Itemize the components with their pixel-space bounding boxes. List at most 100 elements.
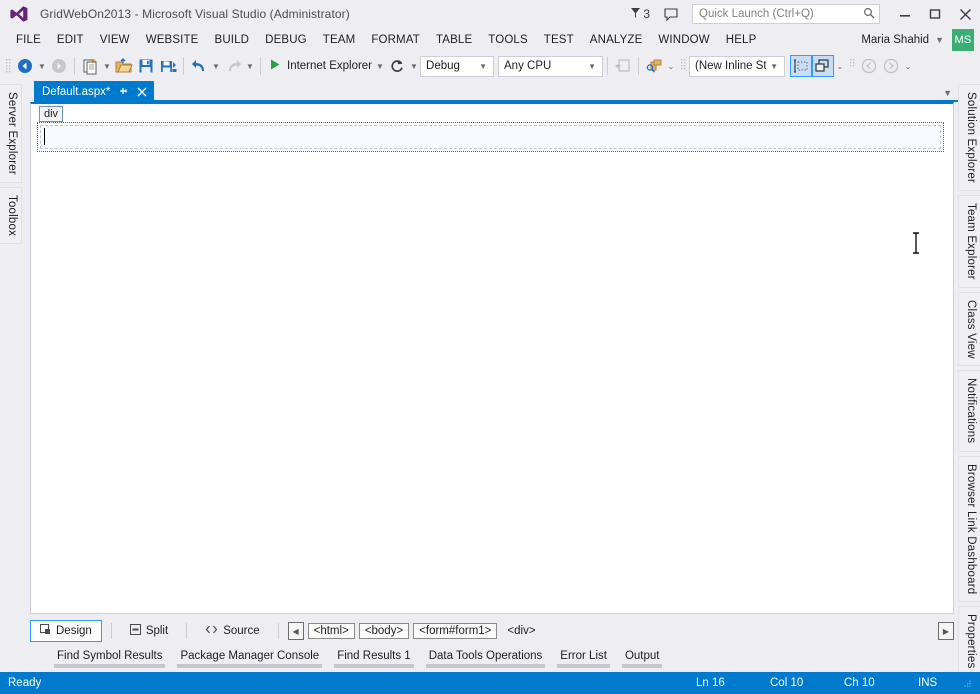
pin-icon[interactable] [117, 85, 129, 99]
menu-item-view[interactable]: VIEW [92, 31, 138, 49]
toolbar-grip[interactable] [679, 57, 687, 75]
breadcrumb-item-form[interactable]: <form#form1> [413, 623, 498, 639]
menu-item-debug[interactable]: DEBUG [257, 31, 315, 49]
chevron-down-icon[interactable]: ▼ [943, 88, 952, 98]
configuration-value: Debug [426, 60, 460, 72]
main-area: Server Explorer Toolbox Default.aspx* ▼ … [0, 80, 980, 677]
toolbar-overflow-icon[interactable]: ⌄ [834, 55, 846, 77]
search-icon [863, 7, 875, 22]
save-all-icon[interactable] [157, 55, 179, 77]
open-file-icon[interactable] [113, 55, 135, 77]
tab-find-symbol-results[interactable]: Find Symbol Results [48, 650, 171, 668]
design-view-icon [40, 624, 51, 638]
breadcrumb-scroll-right-button[interactable]: ▶ [938, 622, 954, 640]
menu-item-tools[interactable]: TOOLS [480, 31, 536, 49]
tab-package-manager-console[interactable]: Package Manager Console [171, 650, 328, 668]
tool-tab-underline [54, 664, 166, 668]
sidebar-item-team-explorer[interactable]: Team Explorer [958, 194, 980, 288]
sidebar-item-class-view[interactable]: Class View [958, 291, 980, 367]
menu-item-test[interactable]: TEST [536, 31, 582, 49]
toolbar-grip[interactable] [848, 57, 856, 75]
style-target-combo[interactable]: (New Inline Style ▼ [689, 55, 786, 77]
sidebar-item-toolbox[interactable]: Toolbox [0, 186, 22, 244]
sidebar-item-solution-explorer[interactable]: Solution Explorer [958, 84, 980, 191]
visual-studio-window: GridWebOn2013 - Microsoft Visual Studio … [0, 0, 980, 694]
navigate-back-icon[interactable] [14, 55, 36, 77]
tab-data-tools-operations[interactable]: Data Tools Operations [420, 650, 552, 668]
visual-aids-icon[interactable] [812, 55, 835, 77]
new-item-dropdown-icon[interactable]: ▼ [101, 55, 113, 77]
quick-launch-input[interactable]: Quick Launch (Ctrl+Q) [692, 4, 880, 24]
notifications-button[interactable]: 3 [630, 7, 650, 22]
chevron-down-icon: ▼ [479, 61, 488, 71]
tab-output[interactable]: Output [616, 650, 669, 668]
toolbar-overflow-icon[interactable]: ⌄ [902, 55, 914, 77]
resize-grip-icon[interactable] [964, 679, 972, 687]
breadcrumb-item-body[interactable]: <body> [358, 623, 410, 639]
maximize-icon[interactable] [920, 1, 950, 27]
status-character: Ch 10 [844, 677, 875, 689]
breadcrumb-item-html[interactable]: <html> [307, 623, 355, 639]
navigate-back-dropdown-icon[interactable]: ▼ [36, 55, 48, 77]
avatar[interactable]: MS [952, 29, 974, 51]
document-tab-default-aspx[interactable]: Default.aspx* [34, 81, 155, 102]
undo-icon[interactable] [188, 55, 210, 77]
breadcrumb-item-div[interactable]: <div> [501, 623, 542, 639]
menu-item-help[interactable]: HELP [718, 31, 765, 49]
div-element-content[interactable] [40, 125, 941, 149]
close-icon[interactable] [950, 1, 980, 27]
tab-error-list[interactable]: Error List [551, 650, 616, 668]
refresh-dropdown-icon[interactable]: ▼ [408, 55, 420, 77]
feedback-speech-bubble-icon[interactable] [664, 7, 678, 21]
save-icon[interactable] [135, 55, 157, 77]
css-properties-overflow-icon[interactable]: ⌄ [665, 55, 677, 77]
selected-tag-badge[interactable]: div [39, 106, 64, 122]
chevron-down-icon[interactable]: ▼ [935, 35, 944, 45]
menu-item-window[interactable]: WINDOW [650, 31, 717, 49]
menu-item-file[interactable]: FILE [8, 31, 49, 49]
configuration-combo[interactable]: Debug ▼ [420, 55, 495, 77]
menu-item-build[interactable]: BUILD [207, 31, 258, 49]
div-element-region[interactable] [37, 122, 944, 152]
tab-find-results-1[interactable]: Find Results 1 [328, 650, 420, 668]
tab-design-view[interactable]: Design [30, 620, 102, 642]
design-surface[interactable]: div [30, 102, 954, 614]
css-properties-icon[interactable] [643, 55, 665, 77]
menu-item-format[interactable]: FORMAT [363, 31, 428, 49]
breadcrumb-scroll-left-button[interactable]: ◀ [287, 622, 304, 640]
start-debugging-dropdown-icon[interactable]: ▼ [374, 55, 386, 77]
sidebar-item-browser-link-dashboard[interactable]: Browser Link Dashboard [958, 455, 980, 602]
close-icon[interactable] [136, 85, 148, 99]
menu-item-website[interactable]: WEBSITE [138, 31, 207, 49]
toolbar-grip[interactable] [4, 57, 12, 75]
tool-tab-underline [177, 664, 323, 668]
menu-item-team[interactable]: TEAM [315, 31, 364, 49]
new-item-icon[interactable] [79, 55, 101, 77]
undo-dropdown-icon[interactable]: ▼ [210, 55, 222, 77]
editor-column: Default.aspx* ▼ div Design Split Source … [22, 80, 958, 672]
account-name[interactable]: Maria Shahid [861, 34, 929, 46]
select-marker-icon[interactable] [790, 55, 813, 77]
menu-item-analyze[interactable]: ANALYZE [582, 31, 651, 49]
refresh-icon[interactable] [386, 55, 408, 77]
document-tab-label: Default.aspx* [42, 85, 111, 98]
platform-combo[interactable]: Any CPU ▼ [498, 55, 604, 77]
menu-item-edit[interactable]: EDIT [49, 31, 92, 49]
status-insert-mode: INS [918, 677, 938, 689]
toolbar-separator [607, 57, 609, 75]
tab-source-view-label: Source [223, 625, 260, 637]
sidebar-item-notifications[interactable]: Notifications [958, 370, 980, 452]
tool-tab-label: Error List [560, 650, 607, 662]
tab-split-view[interactable]: Split [121, 621, 177, 641]
sidebar-item-properties[interactable]: Properties [958, 605, 980, 677]
sidebar-item-server-explorer[interactable]: Server Explorer [0, 84, 22, 183]
viewbar-separator [277, 623, 279, 639]
tab-source-view[interactable]: Source [196, 621, 268, 641]
toolbar-separator [74, 57, 75, 75]
minimize-icon[interactable] [890, 1, 920, 27]
sidebar-item-label: Toolbox [6, 194, 18, 236]
bottom-tool-window-tabs: Find Symbol Results Package Manager Cons… [22, 644, 958, 672]
redo-icon [222, 55, 244, 77]
start-debugging-button[interactable]: Internet Explorer [265, 55, 374, 77]
menu-item-table[interactable]: TABLE [428, 31, 480, 49]
